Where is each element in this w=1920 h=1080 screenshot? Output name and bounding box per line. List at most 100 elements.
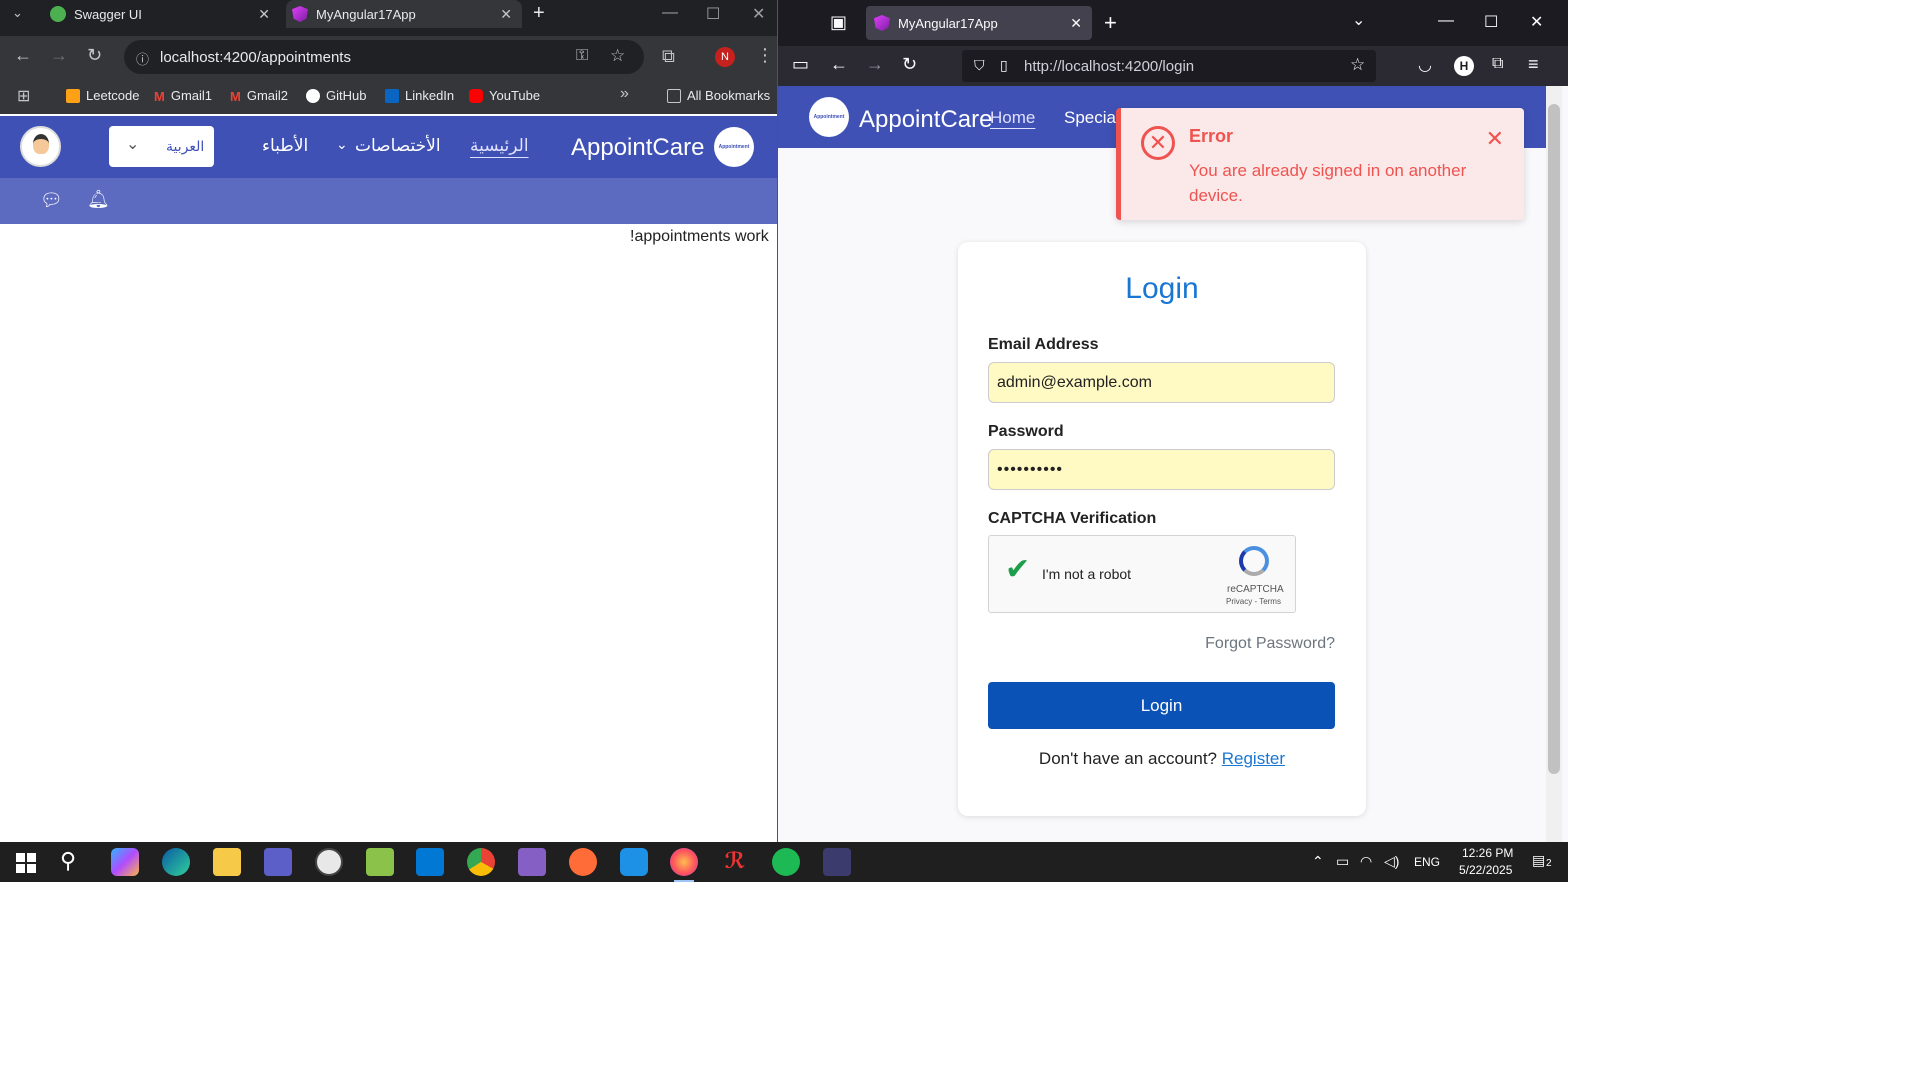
all-bookmarks-folder[interactable]: All Bookmarks	[667, 88, 770, 103]
minimize-icon[interactable]: —	[662, 4, 678, 22]
brand-logo[interactable]: Appointment	[809, 97, 849, 137]
close-tab-icon[interactable]: ✕	[1070, 15, 1082, 32]
brand-logo[interactable]: Appointment	[714, 127, 754, 167]
postman-icon[interactable]	[569, 848, 597, 876]
terminal-icon[interactable]	[823, 848, 851, 876]
menu-icon[interactable]: ≡	[1528, 54, 1539, 75]
pocket-icon[interactable]: ◡	[1418, 55, 1432, 75]
forgot-password-link[interactable]: Forgot Password?	[1205, 635, 1335, 653]
firefox-address-bar[interactable]: ⛉ ▯ http://localhost:4200/login ☆	[962, 50, 1376, 82]
vscode-icon[interactable]	[416, 848, 444, 876]
swagger-favicon-icon	[50, 6, 66, 22]
close-window-icon[interactable]: ✕	[1530, 12, 1543, 32]
reload-icon[interactable]: ↻	[902, 54, 917, 75]
bookmark-youtube[interactable]: YouTube	[469, 88, 540, 103]
tab-overview-icon[interactable]: ▣	[830, 12, 847, 33]
email-field[interactable]: admin@example.com	[988, 362, 1335, 403]
clock-time[interactable]: 12:26 PM	[1462, 846, 1513, 860]
folder-icon	[667, 88, 681, 103]
back-icon[interactable]: ←	[14, 45, 32, 66]
search-icon[interactable]: ⚲	[60, 848, 88, 876]
bookmark-github[interactable]: GitHub	[306, 88, 366, 103]
sidebar-icon[interactable]: ▭	[792, 54, 809, 75]
tab-title: MyAngular17App	[316, 6, 416, 22]
nav-home[interactable]: Home	[990, 108, 1035, 128]
bookmark-star-icon[interactable]: ☆	[1350, 55, 1365, 75]
bookmark-label: LinkedIn	[405, 88, 455, 103]
bookmark-linkedin[interactable]: LinkedIn	[385, 88, 454, 103]
extensions-icon[interactable]: ⧉	[1492, 55, 1503, 73]
minimize-icon[interactable]: —	[1438, 12, 1454, 30]
bookmark-gmail2[interactable]: M Gmail2	[230, 88, 288, 104]
wifi-icon[interactable]: ◠	[1360, 853, 1372, 870]
redis-icon[interactable]: ℛ	[721, 848, 749, 876]
chrome-icon[interactable]	[467, 848, 495, 876]
chevron-down-icon[interactable]: ⌄	[336, 136, 348, 153]
clock-date[interactable]: 5/22/2025	[1459, 863, 1512, 877]
list-tabs-icon[interactable]: ⌄	[1352, 10, 1365, 30]
apps-grid-icon[interactable]: ⊞	[17, 86, 30, 106]
chat-icon[interactable]: 💬︎	[40, 190, 63, 211]
docker-icon[interactable]	[620, 848, 648, 876]
brand-name[interactable]: AppointCare	[859, 106, 992, 134]
forward-icon[interactable]: →	[866, 54, 884, 75]
snipping-icon[interactable]	[366, 848, 394, 876]
close-window-icon[interactable]: ✕	[752, 4, 765, 24]
shield-icon[interactable]: ⛉	[974, 57, 985, 74]
maximize-icon[interactable]: ☐	[1484, 12, 1498, 32]
profile-avatar[interactable]: N	[715, 47, 735, 67]
nav-doctors[interactable]: الأطباء	[262, 136, 308, 156]
login-button[interactable]: Login	[988, 682, 1335, 729]
bookmark-star-icon[interactable]: ☆	[610, 46, 625, 66]
more-bookmarks-icon[interactable]: »	[620, 85, 629, 103]
user-avatar[interactable]	[20, 126, 61, 167]
nav-specialties[interactable]: الأختصاصات	[355, 136, 441, 156]
firefox-icon[interactable]	[670, 848, 698, 882]
back-icon[interactable]: ←	[830, 54, 848, 75]
register-link[interactable]: Register	[1222, 749, 1285, 768]
visual-studio-icon[interactable]	[518, 848, 546, 876]
bookmark-gmail1[interactable]: M Gmail1	[154, 88, 212, 104]
site-info-icon[interactable]: ⓘ	[136, 49, 149, 68]
battery-icon[interactable]: ▭	[1336, 853, 1349, 870]
tab-swagger-ui[interactable]: Swagger UI ✕	[44, 0, 280, 28]
account-avatar[interactable]: H	[1454, 56, 1474, 76]
maximize-icon[interactable]: ☐	[706, 4, 720, 24]
password-field[interactable]: ••••••••••	[988, 449, 1335, 490]
language-select[interactable]: العربية ⌄	[109, 126, 214, 167]
bell-icon[interactable]: 🔔︎	[87, 189, 110, 210]
checkmark-icon[interactable]: ✔	[1005, 552, 1030, 587]
edge-icon[interactable]	[162, 848, 190, 876]
recaptcha-widget[interactable]: ✔ I'm not a robot reCAPTCHA Privacy - Te…	[988, 535, 1296, 613]
tab-myangular17app[interactable]: MyAngular17App ✕	[286, 0, 522, 28]
file-explorer-icon[interactable]	[213, 848, 241, 876]
chrome-address-bar[interactable]: ⓘ localhost:4200/appointments ⚿ ☆	[124, 40, 644, 74]
close-tab-icon[interactable]: ✕	[500, 6, 512, 23]
close-icon[interactable]: ✕	[1486, 126, 1504, 152]
extensions-icon[interactable]: ⧉	[662, 46, 675, 67]
menu-icon[interactable]: ⋮	[756, 45, 774, 66]
chevron-up-icon[interactable]: ⌃	[1312, 853, 1324, 870]
reload-icon[interactable]: ↻	[87, 45, 102, 66]
teams-icon[interactable]	[264, 848, 292, 876]
password-key-icon[interactable]: ⚿	[576, 47, 588, 65]
nav-special[interactable]: Special	[1064, 108, 1120, 128]
scrollbar-thumb[interactable]	[1548, 104, 1560, 774]
nav-home[interactable]: الرئيسية	[470, 136, 529, 156]
new-tab-icon[interactable]: +	[1104, 10, 1117, 36]
copilot-icon[interactable]	[111, 848, 139, 876]
clock-app-icon[interactable]	[315, 848, 343, 876]
forward-icon[interactable]: →	[50, 45, 68, 66]
brand-name[interactable]: AppointCare	[571, 134, 704, 162]
new-tab-icon[interactable]: +	[533, 2, 545, 25]
recaptcha-links[interactable]: Privacy - Terms	[1226, 597, 1281, 606]
bookmark-leetcode[interactable]: Leetcode	[66, 88, 140, 103]
notifications-icon[interactable]: ▤	[1532, 852, 1545, 869]
tab-myangular17app[interactable]: MyAngular17App ✕	[866, 6, 1092, 40]
windows-start-icon[interactable]	[12, 848, 40, 876]
input-language[interactable]: ENG	[1414, 855, 1440, 869]
spotify-icon[interactable]	[772, 848, 800, 876]
tab-search-icon[interactable]: ⌄	[12, 5, 23, 21]
close-tab-icon[interactable]: ✕	[258, 6, 270, 23]
speaker-icon[interactable]: ◁)	[1384, 853, 1399, 870]
